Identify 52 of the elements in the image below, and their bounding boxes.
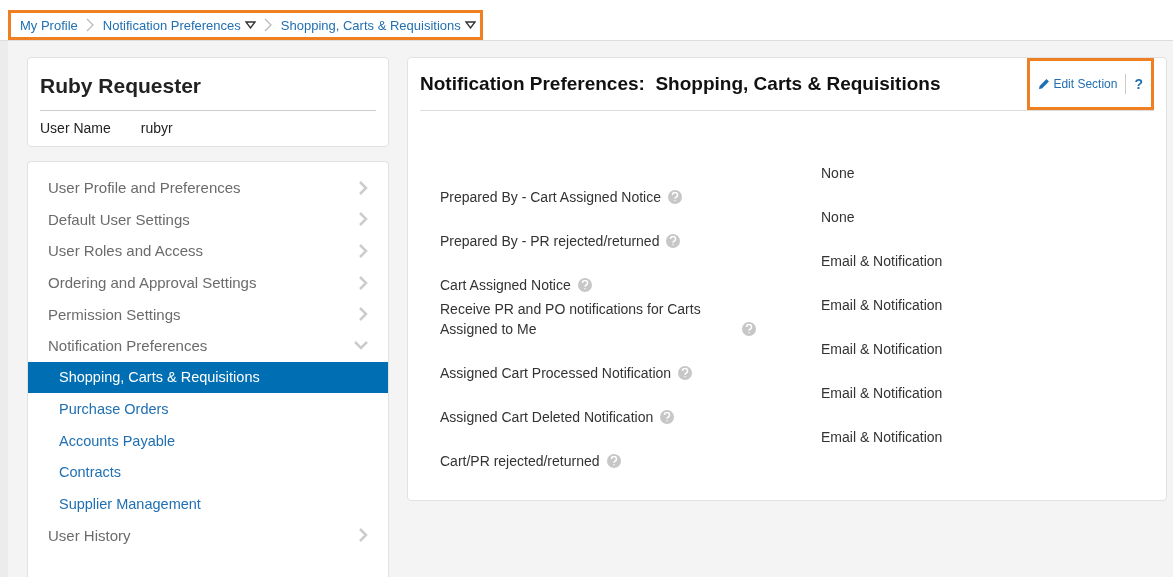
help-link[interactable]: ? xyxy=(1134,76,1143,92)
help-icon[interactable] xyxy=(577,278,592,292)
nav-subitem[interactable]: Shopping, Carts & Requisitions xyxy=(28,361,388,394)
help-icon[interactable] xyxy=(668,190,682,204)
nav-item[interactable]: User Roles and Access xyxy=(28,235,388,267)
field-value: rubyr xyxy=(140,120,173,136)
nav-item[interactable]: User Profile and Preferences xyxy=(28,172,388,204)
help-icon[interactable] xyxy=(666,234,681,248)
section-title: Notification Preferences: Shopping, Carts & Requisitions xyxy=(420,73,941,95)
nav-subitem[interactable]: Supplier Management xyxy=(28,487,388,520)
nav-subitem[interactable]: Purchase Orders xyxy=(28,393,388,425)
setting-label: Cart/PR rejected/returned xyxy=(440,452,600,471)
chevron-right-icon xyxy=(359,180,368,195)
chevron-right-icon xyxy=(359,528,368,543)
breadcrumb-link[interactable]: Notification Preferences xyxy=(102,17,256,33)
setting-label: Prepared By - Cart Assigned Notice xyxy=(440,188,661,207)
chevron-right-icon xyxy=(263,18,273,32)
setting-value: None xyxy=(821,164,855,183)
setting-label: Assigned Cart Deleted Notification xyxy=(440,408,654,427)
field-label: User Name xyxy=(40,120,111,136)
nav-subitem[interactable]: Contracts xyxy=(28,456,388,488)
chevron-down-icon xyxy=(354,341,368,351)
setting-value: Email & Notification xyxy=(821,296,943,315)
help-icon[interactable] xyxy=(660,410,675,424)
nav-item[interactable]: Permission Settings xyxy=(28,298,388,330)
user-name-heading: Ruby Requester xyxy=(40,74,376,111)
setting-value: None xyxy=(821,208,855,227)
breadcrumb-link[interactable]: My Profile xyxy=(20,17,78,33)
chevron-right-icon xyxy=(359,244,368,258)
setting-value: Email & Notification xyxy=(821,340,943,359)
setting-label: Prepared By - PR rejected/returned xyxy=(440,232,660,251)
breadcrumb-link[interactable]: Shopping, Carts & Requisitions xyxy=(280,17,476,33)
pencil-icon xyxy=(1038,78,1051,90)
nav-subitem[interactable]: Accounts Payable xyxy=(28,424,388,457)
nav-item[interactable]: Ordering and Approval Settings xyxy=(28,266,388,299)
edit-section-link[interactable]: Edit Section xyxy=(1038,77,1118,91)
setting-value: Email & Notification xyxy=(821,428,943,447)
nav-item[interactable]: Default User Settings xyxy=(28,203,388,236)
setting-label: Assigned Cart Processed Notification xyxy=(440,364,672,383)
setting-label: Cart Assigned Notice xyxy=(440,276,571,295)
chevron-right-icon xyxy=(359,212,368,227)
nav-item[interactable]: User History xyxy=(28,519,388,552)
help-icon[interactable] xyxy=(678,366,693,380)
nav-item[interactable]: Notification Preferences xyxy=(28,329,388,362)
chevron-right-icon xyxy=(359,307,368,322)
help-icon[interactable] xyxy=(606,454,621,468)
chevron-right-icon xyxy=(359,275,368,290)
setting-label: Receive PR and PO notifications for Carts Assigned to Me xyxy=(440,300,702,339)
chevron-right-icon xyxy=(85,18,95,32)
setting-value: Email & Notification xyxy=(821,384,943,403)
help-icon[interactable] xyxy=(742,322,756,336)
setting-value: Email & Notification xyxy=(821,252,943,271)
